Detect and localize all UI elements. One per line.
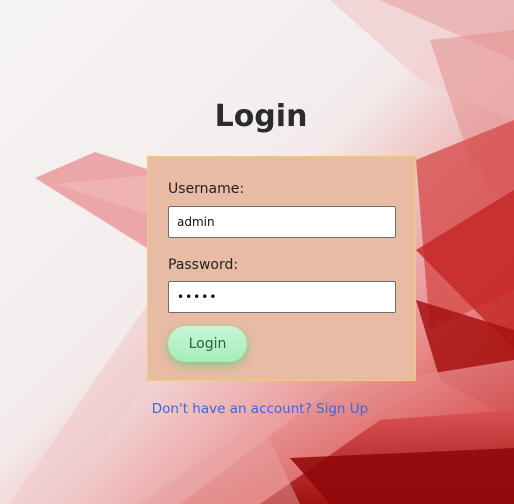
username-input[interactable]	[168, 206, 396, 238]
login-button[interactable]: Login	[168, 326, 247, 362]
username-label: Username:	[168, 181, 245, 197]
signup-link[interactable]: Don't have an account? Sign Up	[0, 400, 514, 418]
page-title: Login	[214, 99, 308, 134]
password-label: Password:	[168, 257, 239, 273]
password-input[interactable]	[168, 281, 396, 313]
login-form: Username: Password: Login	[147, 156, 416, 381]
